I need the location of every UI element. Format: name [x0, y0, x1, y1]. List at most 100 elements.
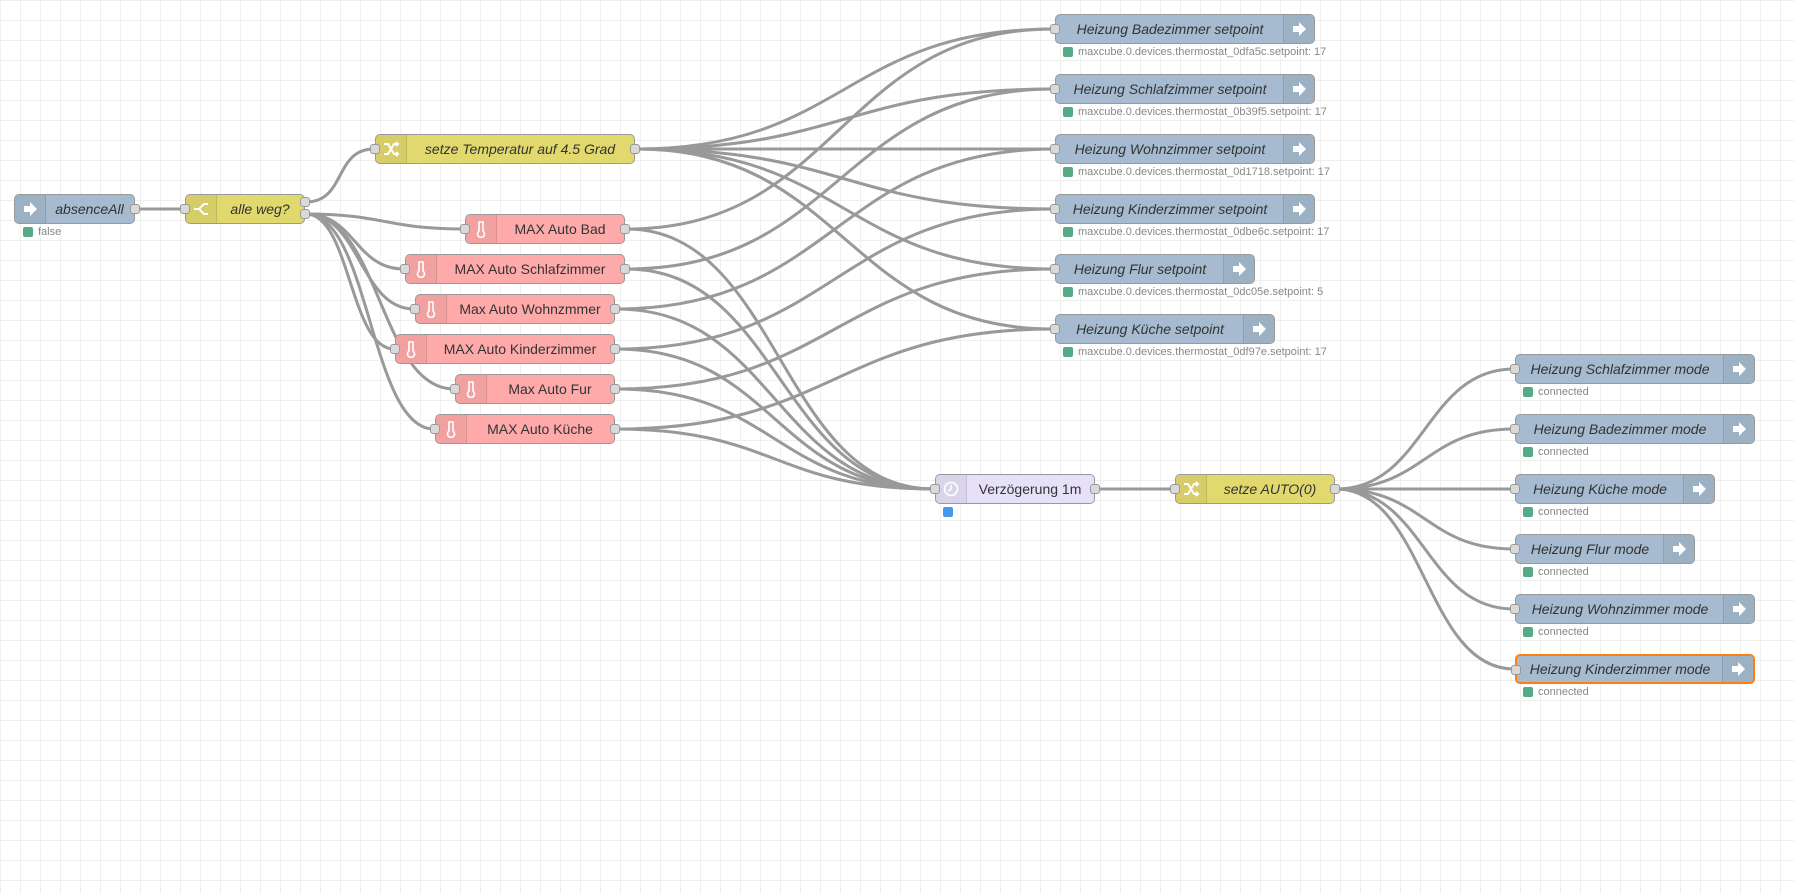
input-port[interactable] — [1510, 484, 1520, 494]
node-label: Heizung Flur setpoint — [1073, 261, 1207, 277]
input-port[interactable] — [1510, 604, 1520, 614]
node-max-auto-kueche[interactable]: MAX Auto Küche — [430, 414, 620, 444]
status-dot — [1063, 347, 1073, 357]
wire[interactable] — [625, 87, 1055, 271]
input-port[interactable] — [1050, 24, 1060, 34]
output-port[interactable] — [630, 144, 640, 154]
output-port[interactable] — [610, 344, 620, 354]
output-port[interactable] — [610, 424, 620, 434]
input-port[interactable] — [460, 224, 470, 234]
arrow-out-icon — [1723, 415, 1754, 443]
output-port[interactable] — [1330, 484, 1340, 494]
input-port[interactable] — [1050, 324, 1060, 334]
input-port[interactable] — [430, 424, 440, 434]
node-mode-wohnzimmer[interactable]: Heizung Wohnzimmer mode — [1510, 594, 1755, 624]
output-port-1[interactable] — [300, 197, 310, 207]
status-setpoint-kueche: maxcube.0.devices.thermostat_0df97e.setp… — [1063, 346, 1327, 358]
node-setpoint-wohnzimmer[interactable]: Heizung Wohnzimmer setpoint — [1050, 134, 1315, 164]
node-mode-flur[interactable]: Heizung Flur mode — [1510, 534, 1695, 564]
status-text: connected — [1538, 626, 1589, 638]
wire[interactable] — [615, 147, 1055, 311]
node-label: Heizung Wohnzimmer mode — [1531, 601, 1709, 617]
node-setpoint-flur[interactable]: Heizung Flur setpoint — [1050, 254, 1255, 284]
input-port[interactable] — [1510, 544, 1520, 554]
node-absenceAll[interactable]: absenceAll — [14, 194, 140, 224]
node-setze-auto[interactable]: setze AUTO(0) — [1170, 474, 1340, 504]
node-max-auto-bad[interactable]: MAX Auto Bad — [460, 214, 630, 244]
node-setpoint-schlafzimmer[interactable]: Heizung Schlafzimmer setpoint — [1050, 74, 1315, 104]
status-setpoint-badezimmer: maxcube.0.devices.thermostat_0dfa5c.setp… — [1063, 46, 1326, 58]
input-port[interactable] — [450, 384, 460, 394]
wire[interactable] — [625, 27, 1055, 231]
node-label: Heizung Kinderzimmer setpoint — [1072, 201, 1268, 217]
status-mode-kueche: connected — [1523, 506, 1589, 518]
status-mode-schlafzimmer: connected — [1523, 386, 1589, 398]
node-label: setze AUTO(0) — [1223, 481, 1317, 497]
arrow-out-icon — [1683, 475, 1714, 503]
wire[interactable] — [1335, 487, 1515, 671]
node-label: Heizung Wohnzimmer setpoint — [1074, 141, 1266, 157]
wire[interactable] — [615, 267, 1055, 391]
wire[interactable] — [1335, 487, 1515, 611]
output-port[interactable] — [1090, 484, 1100, 494]
input-port[interactable] — [1050, 144, 1060, 154]
wire[interactable] — [615, 307, 935, 491]
input-port[interactable] — [1170, 484, 1180, 494]
wire[interactable] — [1335, 367, 1515, 491]
arrow-out-icon — [1283, 15, 1314, 43]
output-port[interactable] — [610, 384, 620, 394]
node-max-auto-fur[interactable]: Max Auto Fur — [450, 374, 620, 404]
input-port[interactable] — [1050, 84, 1060, 94]
input-port[interactable] — [1510, 364, 1520, 374]
input-port[interactable] — [400, 264, 410, 274]
node-setpoint-badezimmer[interactable]: Heizung Badezimmer setpoint — [1050, 14, 1315, 44]
node-mode-badezimmer[interactable]: Heizung Badezimmer mode — [1510, 414, 1755, 444]
wire[interactable] — [635, 147, 1055, 211]
node-label: Heizung Küche setpoint — [1076, 321, 1224, 337]
node-setpoint-kinderzimmer[interactable]: Heizung Kinderzimmer setpoint — [1050, 194, 1315, 224]
node-verzoegerung[interactable]: Verzögerung 1m — [930, 474, 1100, 504]
arrow-out-icon — [1723, 355, 1754, 383]
node-max-auto-wohnzimmer[interactable]: Max Auto Wohnzmmer — [410, 294, 620, 324]
node-label: MAX Auto Kinderzimmer — [443, 341, 597, 357]
input-port[interactable] — [1050, 204, 1060, 214]
node-mode-schlafzimmer[interactable]: Heizung Schlafzimmer mode — [1510, 354, 1755, 384]
node-mode-kinderzimmer[interactable]: Heizung Kinderzimmer mode — [1511, 654, 1755, 684]
node-label: Heizung Schlafzimmer setpoint — [1073, 81, 1267, 97]
node-mode-kueche[interactable]: Heizung Küche mode — [1510, 474, 1715, 504]
status-dot — [1523, 687, 1533, 697]
status-dot — [1063, 287, 1073, 297]
node-max-auto-schlafzimmer[interactable]: MAX Auto Schlafzimmer — [400, 254, 630, 284]
wire[interactable] — [635, 87, 1055, 151]
wire[interactable] — [1335, 487, 1515, 551]
input-port[interactable] — [1510, 424, 1520, 434]
status-text: maxcube.0.devices.thermostat_0dfa5c.setp… — [1078, 46, 1327, 58]
arrow-out-icon — [1223, 255, 1254, 283]
output-port[interactable] — [620, 264, 630, 274]
input-port[interactable] — [410, 304, 420, 314]
wire[interactable] — [305, 147, 375, 204]
status-mode-flur: connected — [1523, 566, 1589, 578]
wire[interactable] — [635, 147, 1055, 271]
node-setze-temperatur[interactable]: setze Temperatur auf 4.5 Grad — [370, 134, 640, 164]
status-dot — [1523, 567, 1533, 577]
wire[interactable] — [1335, 427, 1515, 491]
input-port[interactable] — [180, 204, 190, 214]
node-alle-weg[interactable]: alle weg? — [180, 194, 310, 224]
output-port[interactable] — [130, 204, 140, 214]
thermometer-icon — [406, 255, 437, 283]
node-setpoint-kueche[interactable]: Heizung Küche setpoint — [1050, 314, 1275, 344]
input-port[interactable] — [930, 484, 940, 494]
status-setpoint-schlafzimmer: maxcube.0.devices.thermostat_0b39f5.setp… — [1063, 106, 1327, 118]
input-port[interactable] — [1050, 264, 1060, 274]
output-port[interactable] — [610, 304, 620, 314]
node-max-auto-kinderzimmer[interactable]: MAX Auto Kinderzimmer — [390, 334, 620, 364]
wire[interactable] — [635, 27, 1055, 151]
output-port-2[interactable] — [300, 209, 310, 219]
input-port[interactable] — [370, 144, 380, 154]
output-port[interactable] — [620, 224, 630, 234]
input-port[interactable] — [390, 344, 400, 354]
input-port[interactable] — [1511, 665, 1521, 675]
node-label: Max Auto Wohnzmmer — [459, 301, 601, 317]
wire[interactable] — [305, 212, 415, 311]
